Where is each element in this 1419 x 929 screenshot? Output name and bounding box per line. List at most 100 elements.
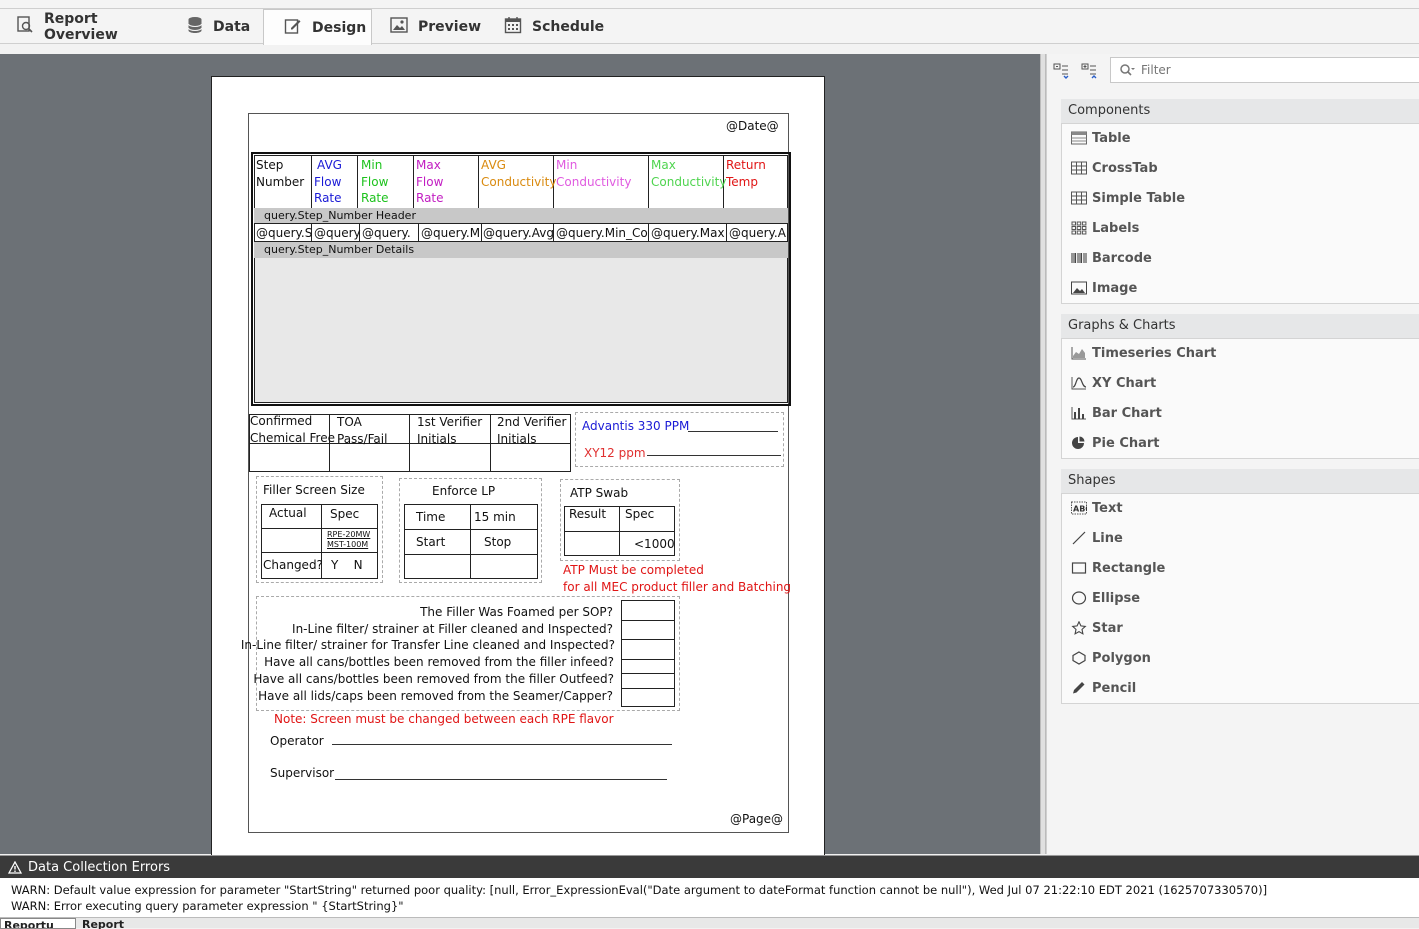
operator-signature-line xyxy=(332,744,672,745)
tab-label: Schedule xyxy=(532,18,605,35)
checklist-item[interactable]: In-Line filter/ strainer for Transfer Li… xyxy=(241,638,615,652)
palette-item-star[interactable]: Star xyxy=(1071,618,1123,638)
design-icon xyxy=(284,17,302,39)
tab-label: Report Overview xyxy=(44,10,118,43)
errors-panel-title: Data Collection Errors xyxy=(28,859,171,875)
supervisor-label[interactable]: Supervisor xyxy=(270,766,334,780)
palette-item-pie-chart[interactable]: Pie Chart xyxy=(1071,433,1160,453)
palette-item-ellipse[interactable]: Ellipse xyxy=(1071,588,1140,608)
header-avg-flow-rate[interactable]: AVG Flow Rate xyxy=(314,157,342,207)
checklist-item[interactable]: In-Line filter/ strainer at Filler clean… xyxy=(292,622,613,636)
report-overview-icon xyxy=(16,15,34,38)
date-field[interactable]: @Date@ xyxy=(726,119,779,133)
atp-result-header[interactable]: Result xyxy=(569,507,606,521)
checklist-item[interactable]: Have all cans/bottles been removed from … xyxy=(253,672,614,686)
palette-item-xy-chart[interactable]: XY Chart xyxy=(1071,373,1156,393)
filter-field[interactable] xyxy=(1141,61,1411,79)
filler-spec-header[interactable]: Spec xyxy=(330,507,359,521)
detail-cell[interactable]: @query xyxy=(314,226,361,240)
checklist-item[interactable]: The Filler Was Foamed per SOP? xyxy=(420,605,613,619)
filter-input[interactable] xyxy=(1110,57,1419,83)
collapse-all-icon[interactable] xyxy=(1080,60,1102,80)
xy-chart-icon xyxy=(1071,377,1087,390)
header-min-conductivity[interactable]: Min Conductivity xyxy=(556,157,631,190)
verify-header-chemical-free[interactable]: Confirmed Chemical Free xyxy=(250,413,335,446)
palette-item-text[interactable]: ABCText xyxy=(1071,498,1123,518)
top-toolbar-strip xyxy=(0,0,1419,9)
enforce-time-value[interactable]: 15 min xyxy=(474,510,516,524)
checklist-item[interactable]: Have all lids/caps been removed from the… xyxy=(258,689,613,703)
supervisor-signature-line xyxy=(335,779,667,780)
palette-item-line[interactable]: Line xyxy=(1071,528,1123,548)
palette-item-polygon[interactable]: Polygon xyxy=(1071,648,1151,668)
enforce-start-label[interactable]: Start xyxy=(416,535,445,549)
verify-header-2nd-verifier[interactable]: 2nd Verifier Initials xyxy=(497,414,566,447)
tab-label: Design xyxy=(312,19,367,36)
errors-panel-header[interactable]: Data Collection Errors xyxy=(0,856,1419,878)
header-step-number[interactable]: Step Number xyxy=(256,157,304,190)
atp-swab-title[interactable]: ATP Swab xyxy=(570,486,628,500)
bottom-tab-report[interactable]: Report xyxy=(82,918,124,929)
advantis-label[interactable]: Advantis 330 PPM xyxy=(582,419,689,433)
text-icon: ABC xyxy=(1071,501,1087,515)
filler-actual-header[interactable]: Actual xyxy=(269,506,307,520)
header-avg-conductivity[interactable]: AVG Conductivity xyxy=(481,157,556,190)
tab-report-overview[interactable]: Report Overview xyxy=(16,9,166,44)
shapes-section-header[interactable]: Shapes xyxy=(1061,469,1419,493)
components-section-header[interactable]: Components xyxy=(1061,99,1419,123)
detail-cell[interactable]: @query. xyxy=(362,226,411,240)
page-number-field[interactable]: @Page@ xyxy=(730,812,783,826)
bar-chart-icon xyxy=(1071,407,1086,420)
expand-all-icon[interactable] xyxy=(1052,60,1074,80)
verify-header-toa[interactable]: TOA Pass/Fail xyxy=(337,414,387,447)
enforce-time-label[interactable]: Time xyxy=(416,510,445,524)
palette-item-table[interactable]: Table xyxy=(1071,128,1131,148)
tab-design[interactable]: Design xyxy=(263,9,372,45)
checklist-checkboxes[interactable] xyxy=(621,600,675,707)
checklist-item[interactable]: Have all cans/bottles been removed from … xyxy=(264,655,614,669)
detail-cell[interactable]: @query.A xyxy=(729,226,786,240)
detail-cell[interactable]: @query.M xyxy=(421,226,480,240)
detail-cell[interactable]: @query.Avg xyxy=(483,226,554,240)
pencil-icon xyxy=(1073,682,1085,694)
palette-item-crosstab[interactable]: CrossTab xyxy=(1071,158,1158,178)
palette-item-rectangle[interactable]: Rectangle xyxy=(1071,558,1165,578)
operator-label[interactable]: Operator xyxy=(270,734,324,748)
filler-spec-value[interactable]: RPE-20MW MST-100M xyxy=(327,530,370,550)
atp-spec-header[interactable]: Spec xyxy=(625,507,654,521)
screen-change-note[interactable]: Note: Screen must be changed between eac… xyxy=(274,712,614,726)
line-icon xyxy=(1072,531,1086,545)
timeseries-chart-icon xyxy=(1071,347,1086,360)
palette-item-pencil[interactable]: Pencil xyxy=(1071,678,1136,698)
tab-schedule[interactable]: Schedule xyxy=(504,9,604,44)
palette-item-simple-table[interactable]: Simple Table xyxy=(1071,188,1185,208)
verify-header-1st-verifier[interactable]: 1st Verifier Initials xyxy=(417,414,482,447)
detail-cell[interactable]: @query.Min_Co xyxy=(556,226,648,240)
error-line: WARN: Default value expression for param… xyxy=(11,883,1268,897)
tab-data[interactable]: Data xyxy=(187,9,257,44)
filler-changed-label[interactable]: Changed? xyxy=(263,558,323,572)
palette-item-labels[interactable]: Labels xyxy=(1071,218,1139,238)
enforce-lp-title[interactable]: Enforce LP xyxy=(432,484,495,498)
graphs-section-header[interactable]: Graphs & Charts xyxy=(1061,314,1419,338)
palette-item-bar-chart[interactable]: Bar Chart xyxy=(1071,403,1162,423)
atp-note[interactable]: ATP Must be completed for all MEC product… xyxy=(563,562,791,596)
header-return-temp[interactable]: Return Temp xyxy=(726,157,766,190)
atp-spec-value[interactable]: <1000 xyxy=(634,537,675,551)
xy12-label[interactable]: XY12 ppm xyxy=(584,446,646,460)
bottom-tab-reportu[interactable]: Reportu xyxy=(0,918,76,929)
details-area[interactable] xyxy=(255,258,787,402)
header-min-flow-rate[interactable]: Min Flow Rate xyxy=(361,157,389,207)
detail-cell[interactable]: @query.S xyxy=(256,226,312,240)
header-max-flow-rate[interactable]: Max Flow Rate xyxy=(416,157,444,207)
filler-yes-no[interactable]: Y N xyxy=(331,558,363,572)
header-max-conductivity[interactable]: Max Conductivity xyxy=(651,157,726,190)
palette-item-timeseries-chart[interactable]: Timeseries Chart xyxy=(1071,343,1216,363)
palette-item-image[interactable]: Image xyxy=(1071,278,1137,298)
enforce-stop-label[interactable]: Stop xyxy=(484,535,511,549)
star-icon xyxy=(1071,621,1087,635)
tab-preview[interactable]: Preview xyxy=(390,9,481,44)
palette-item-barcode[interactable]: Barcode xyxy=(1071,248,1152,268)
detail-cell[interactable]: @query.Max xyxy=(651,226,725,240)
filler-screen-title[interactable]: Filler Screen Size xyxy=(263,483,365,497)
